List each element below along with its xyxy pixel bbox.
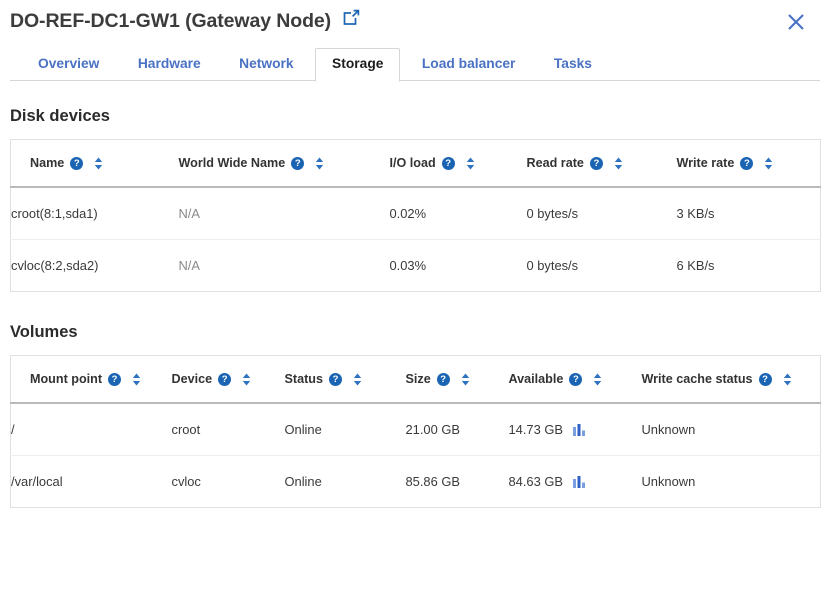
table-row: croot(8:1,sda1) N/A 0.02% 0 bytes/s 3 KB… [11,187,821,240]
column-header-world-wide-name: World Wide Name ? [179,140,390,188]
help-icon[interactable]: ? [108,373,121,386]
column-header-device: Device ? [172,356,285,404]
cell-size: 21.00 GB [406,403,509,456]
help-icon[interactable]: ? [291,157,304,170]
available-value: 84.63 GB [509,474,563,489]
help-icon[interactable]: ? [218,373,231,386]
cell-write-rate: 3 KB/s [677,187,821,240]
table-row: / croot Online 21.00 GB 14.73 GB [11,403,821,456]
available-value: 14.73 GB [509,422,563,437]
column-label: Write rate [677,156,735,170]
help-icon[interactable]: ? [442,157,455,170]
sort-icon[interactable] [764,157,773,170]
column-header-mount-point: Mount point ? [11,356,172,404]
cell-read-rate: 0 bytes/s [527,187,677,240]
title-row: DO-REF-DC1-GW1 (Gateway Node) [0,0,830,34]
column-header-name: Name ? [11,140,179,188]
column-label: Mount point [30,372,102,386]
cell-mount-point: /var/local [11,456,172,508]
column-header-available: Available ? [509,356,642,404]
cell-io-load: 0.02% [390,187,527,240]
cell-status: Online [285,403,406,456]
tab-overview[interactable]: Overview [21,48,116,81]
help-icon[interactable]: ? [329,373,342,386]
tab-storage[interactable]: Storage [315,48,400,82]
volumes-title: Volumes [10,323,820,342]
column-label: Device [172,372,213,386]
disk-devices-title: Disk devices [10,107,820,126]
column-label: Read rate [527,156,584,170]
column-label: I/O load [390,156,436,170]
volumes-table: Mount point ? Device ? [10,355,821,508]
cell-world-wide-name: N/A [179,187,390,240]
cell-read-rate: 0 bytes/s [527,240,677,292]
column-header-size: Size ? [406,356,509,404]
volumes-section: Volumes Mount point ? Device [0,323,830,508]
cell-write-cache-status: Unknown [642,456,821,508]
sort-icon[interactable] [132,373,141,386]
help-icon[interactable]: ? [590,157,603,170]
cell-io-load: 0.03% [390,240,527,292]
sort-icon[interactable] [614,157,623,170]
cell-size: 85.86 GB [406,456,509,508]
tab-hardware[interactable]: Hardware [121,48,218,81]
help-icon[interactable]: ? [70,157,83,170]
page-title: DO-REF-DC1-GW1 (Gateway Node) [10,8,331,34]
cell-status: Online [285,456,406,508]
sort-icon[interactable] [466,157,475,170]
help-icon[interactable]: ? [437,373,450,386]
column-label: Available [509,372,564,386]
table-header-row: Name ? World Wide Name ? [11,140,821,188]
sort-icon[interactable] [353,373,362,386]
column-label: Status [285,372,324,386]
tab-load-balancer[interactable]: Load balancer [405,48,533,81]
column-header-write-cache-status: Write cache status ? [642,356,821,404]
cell-mount-point: / [11,403,172,456]
sort-icon[interactable] [315,157,324,170]
bar-chart-icon[interactable] [572,475,586,489]
cell-device: cvloc [172,456,285,508]
table-header-row: Mount point ? Device ? [11,356,821,404]
help-icon[interactable]: ? [569,373,582,386]
disk-devices-section: Disk devices Name ? World Wide [0,107,830,292]
column-label: Write cache status [642,372,753,386]
cell-available: 14.73 GB [509,403,642,456]
external-link-icon[interactable] [343,9,360,31]
disk-devices-table: Name ? World Wide Name ? [10,139,821,292]
cell-write-rate: 6 KB/s [677,240,821,292]
column-label: Size [406,372,431,386]
sort-icon[interactable] [94,157,103,170]
column-label: World Wide Name [179,156,286,170]
cell-write-cache-status: Unknown [642,403,821,456]
sort-icon[interactable] [461,373,470,386]
cell-name: croot(8:1,sda1) [11,187,179,240]
help-icon[interactable]: ? [759,373,772,386]
bar-chart-icon[interactable] [572,423,586,437]
sort-icon[interactable] [242,373,251,386]
tab-bar: Overview Hardware Network Storage Load b… [0,48,830,81]
column-header-status: Status ? [285,356,406,404]
column-header-io-load: I/O load ? [390,140,527,188]
cell-available: 84.63 GB [509,456,642,508]
column-header-write-rate: Write rate ? [677,140,821,188]
cell-device: croot [172,403,285,456]
help-icon[interactable]: ? [740,157,753,170]
sort-icon[interactable] [783,373,792,386]
column-header-read-rate: Read rate ? [527,140,677,188]
table-row: /var/local cvloc Online 85.86 GB 84.63 G… [11,456,821,508]
tab-network[interactable]: Network [222,48,310,81]
cell-world-wide-name: N/A [179,240,390,292]
cell-name: cvloc(8:2,sda2) [11,240,179,292]
close-button[interactable] [784,10,808,34]
sort-icon[interactable] [593,373,602,386]
table-row: cvloc(8:2,sda2) N/A 0.03% 0 bytes/s 6 KB… [11,240,821,292]
column-label: Name [30,156,64,170]
tab-tasks[interactable]: Tasks [537,48,609,81]
